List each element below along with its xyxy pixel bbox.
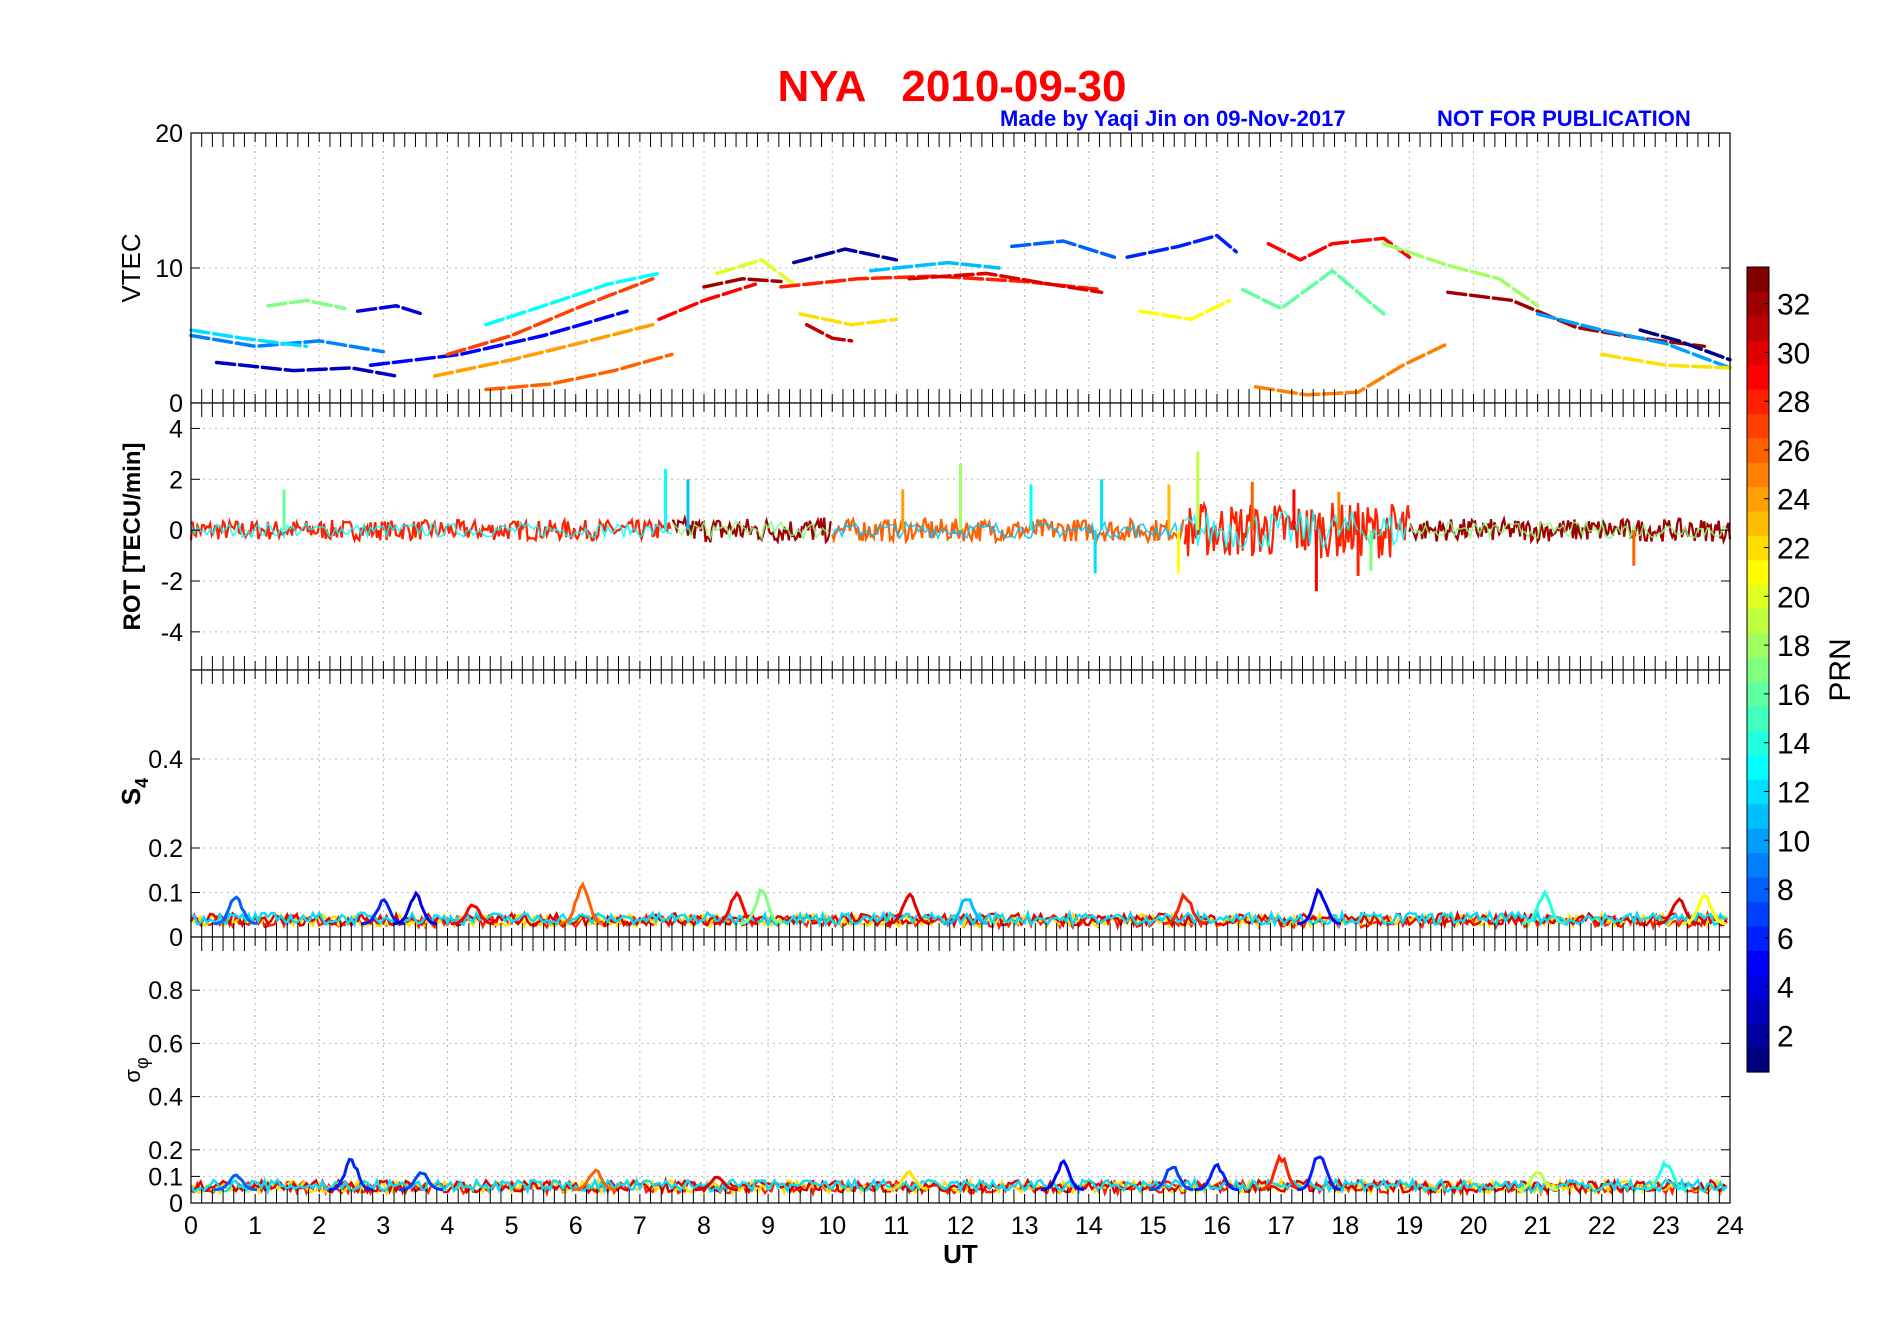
y-tick-label: 0 <box>169 1190 183 1218</box>
y-tick-label: 0 <box>169 924 183 952</box>
x-tick-label: 4 <box>441 1212 455 1240</box>
panel-rot: -4 -2 0 2 4 ROT [TECU/min] <box>119 402 1732 671</box>
x-tick-label: 1 <box>248 1212 262 1240</box>
y-tick-label: 20 <box>155 120 183 148</box>
y-tick-label: 0 <box>169 390 183 418</box>
x-tick-label: 19 <box>1395 1212 1423 1240</box>
y-tick-label: 10 <box>155 255 183 283</box>
colorbar-segment-prn-25 <box>1747 462 1769 488</box>
y-tick-label: 0.2 <box>148 835 183 863</box>
colorbar-segment-prn-21 <box>1747 559 1769 585</box>
colorbar-tick-label: 24 <box>1777 484 1810 517</box>
multi-panel-chart: 01020VTEC-4-2024ROT [TECU/min]00.10.20.4… <box>116 120 1857 1269</box>
x-tick-label: 21 <box>1524 1212 1552 1240</box>
y-axis-label: VTEC <box>116 233 146 302</box>
x-tick-label: 7 <box>633 1212 647 1240</box>
colorbar-segment-prn-15 <box>1747 706 1769 732</box>
x-tick-label: 9 <box>761 1212 775 1240</box>
x-tick-label: 12 <box>947 1212 975 1240</box>
colorbar-segment-prn-7 <box>1747 901 1769 927</box>
x-tick-label: 18 <box>1331 1212 1359 1240</box>
x-tick-label: 6 <box>569 1212 583 1240</box>
panel-vtec: 0 10 20 VTEC <box>116 120 1732 418</box>
colorbar-tick-label: 28 <box>1777 386 1810 419</box>
colorbar: 2468101214161820222426283032PRN <box>1746 266 1857 1073</box>
x-tick-label: 15 <box>1139 1212 1167 1240</box>
x-axis-label: UT <box>943 1239 978 1269</box>
y-tick-label: 0.4 <box>148 1084 183 1112</box>
colorbar-segment-prn-31 <box>1747 315 1769 341</box>
y-tick-label: 0 <box>169 517 183 545</box>
colorbar-tick-label: 22 <box>1777 533 1810 566</box>
x-tick-label: 8 <box>697 1212 711 1240</box>
x-tick-label: 0 <box>184 1212 198 1240</box>
colorbar-segment-prn-5 <box>1747 950 1769 976</box>
colorbar-tick-label: 4 <box>1777 972 1794 1005</box>
x-tick-label: 24 <box>1716 1212 1744 1240</box>
x-tick-label: 2 <box>312 1212 326 1240</box>
y-axis-label: σφ <box>120 1057 152 1082</box>
colorbar-segment-prn-9 <box>1747 852 1769 878</box>
colorbar-segment-prn-29 <box>1747 364 1769 390</box>
colorbar-segment-prn-17 <box>1747 657 1769 683</box>
x-tick-label: 14 <box>1075 1212 1103 1240</box>
colorbar-tick-label: 8 <box>1777 874 1794 907</box>
y-tick-label: 0.6 <box>148 1030 183 1058</box>
colorbar-tick-label: 20 <box>1777 581 1810 614</box>
y-tick-label: 0.8 <box>148 977 183 1005</box>
x-tick-label: 5 <box>505 1212 519 1240</box>
colorbar-segment-prn-19 <box>1747 608 1769 634</box>
y-axis-label: ROT [TECU/min] <box>119 443 146 631</box>
x-tick-label: 16 <box>1203 1212 1231 1240</box>
colorbar-tick-label: 10 <box>1777 825 1810 858</box>
y-tick-label: 0.1 <box>148 1163 183 1191</box>
colorbar-tick-label: 32 <box>1777 289 1810 322</box>
colorbar-segment-prn-13 <box>1747 754 1769 780</box>
y-tick-label: 0.4 <box>148 746 183 774</box>
y-tick-label: 4 <box>169 415 183 443</box>
colorbar-tick-label: 14 <box>1777 728 1810 761</box>
y-axis-label: S4 <box>116 778 152 805</box>
colorbar-segment-prn-33 <box>1747 267 1769 292</box>
y-tick-label: 0.1 <box>148 880 183 908</box>
colorbar-tick-label: 18 <box>1777 630 1810 663</box>
colorbar-tick-label: 6 <box>1777 923 1794 956</box>
x-tick-label: 10 <box>818 1212 846 1240</box>
colorbar-tick-label: 16 <box>1777 679 1810 712</box>
x-tick-label: 3 <box>376 1212 390 1240</box>
colorbar-tick-label: 26 <box>1777 435 1810 468</box>
colorbar-segment-prn-27 <box>1747 413 1769 439</box>
x-tick-label: 11 <box>883 1212 909 1240</box>
x-tick-label: 23 <box>1652 1212 1680 1240</box>
colorbar-tick-label: 12 <box>1777 776 1810 809</box>
colorbar-segment-prn-23 <box>1747 510 1769 536</box>
panel-sigma_phi: 00.10.20.40.60.8σφ0 1 2 3 4 5 6 7 8 9 10 11 12 13 14 15… <box>120 936 1744 1269</box>
y-tick-label: 0.2 <box>148 1137 183 1165</box>
y-tick-label: -4 <box>161 619 183 647</box>
colorbar-tick-label: 2 <box>1777 1020 1794 1053</box>
panel-s4: 0 0.1 0.2 0.4 S4 <box>116 669 1731 952</box>
colorbar-segment-prn-3 <box>1747 998 1769 1024</box>
colorbar-label: PRN <box>1824 638 1857 701</box>
x-tick-label: 13 <box>1011 1212 1039 1240</box>
colorbar-segment-prn-1 <box>1747 1047 1769 1073</box>
colorbar-segment-prn-11 <box>1747 803 1769 829</box>
x-tick-label: 20 <box>1460 1212 1488 1240</box>
x-tick-label: 22 <box>1588 1212 1616 1240</box>
y-tick-label: 2 <box>169 466 183 494</box>
x-tick-label: 17 <box>1267 1212 1295 1240</box>
y-tick-label: -2 <box>161 568 183 596</box>
colorbar-tick-label: 30 <box>1777 337 1810 370</box>
